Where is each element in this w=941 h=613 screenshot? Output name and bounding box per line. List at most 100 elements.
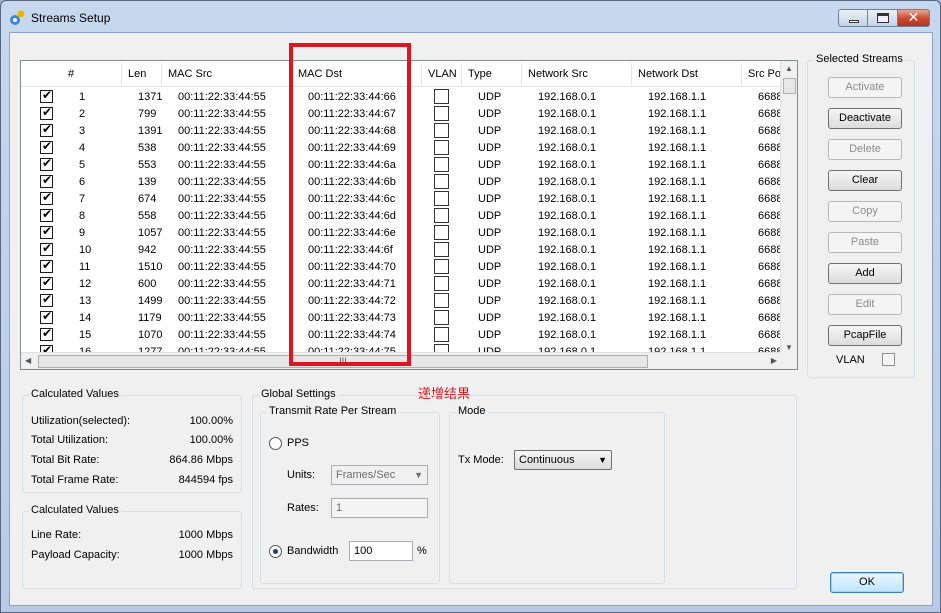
scroll-left-icon[interactable]: ◀	[25, 356, 31, 365]
row-enable-checkbox[interactable]	[40, 326, 53, 341]
bandwidth-input[interactable]: 100	[349, 541, 413, 561]
row-enable-checkbox[interactable]	[40, 309, 53, 324]
cell-len: 553	[138, 159, 157, 171]
row-vlan-checkbox[interactable]	[434, 259, 449, 274]
streams-grid[interactable]: # Len MAC Src MAC Dst VLAN Type Network …	[20, 60, 798, 370]
row-enable-checkbox[interactable]	[40, 258, 53, 273]
row-enable-checkbox[interactable]	[40, 122, 53, 137]
row-vlan-checkbox[interactable]	[434, 157, 449, 172]
row-enable-checkbox[interactable]	[40, 139, 53, 154]
row-vlan-checkbox[interactable]	[434, 310, 449, 325]
header-separator[interactable]	[631, 63, 632, 85]
vertical-scroll-thumb[interactable]	[783, 78, 796, 94]
scroll-down-icon[interactable]: ▼	[785, 343, 793, 352]
header-type[interactable]: Type	[468, 68, 492, 80]
title-bar[interactable]: Streams Setup ✕	[1, 1, 940, 33]
delete-button[interactable]: Delete	[828, 139, 902, 160]
header-vlan[interactable]: VLAN	[428, 68, 457, 80]
table-row[interactable]: 6 139 00:11:22:33:44:55 00:11:22:33:44:6b UD…	[21, 173, 782, 191]
header-separator[interactable]	[461, 63, 462, 85]
header-len[interactable]: Len	[128, 68, 146, 80]
row-vlan-checkbox[interactable]	[434, 191, 449, 206]
table-row[interactable]: 5 553 00:11:22:33:44:55 00:11:22:33:44:6a UD…	[21, 156, 782, 174]
header-num[interactable]: #	[68, 68, 74, 80]
pps-radio[interactable]	[269, 437, 282, 450]
rates-input[interactable]: 1	[331, 498, 428, 518]
row-enable-checkbox[interactable]	[40, 292, 53, 307]
scroll-right-icon[interactable]: ▶	[771, 356, 777, 365]
table-row[interactable]: 11 1510 00:11:22:33:44:55 00:11:22:33:44:70…	[21, 258, 782, 276]
table-row[interactable]: 2 799 00:11:22:33:44:55 00:11:22:33:44:67 UD…	[21, 105, 782, 123]
maximize-button[interactable]	[868, 9, 898, 27]
horizontal-scrollbar[interactable]: ◀ III ▶	[21, 352, 781, 369]
header-separator[interactable]	[121, 63, 122, 85]
cell-src-port: 6688	[758, 278, 783, 290]
header-src-port[interactable]: Src Po	[748, 68, 781, 80]
units-select[interactable]: Frames/Sec ▼	[331, 465, 428, 485]
row-enable-checkbox[interactable]	[40, 224, 53, 239]
row-vlan-checkbox[interactable]	[434, 106, 449, 121]
table-row[interactable]: 8 558 00:11:22:33:44:55 00:11:22:33:44:6d UD…	[21, 207, 782, 225]
header-separator[interactable]	[161, 63, 162, 85]
pcapfile-button[interactable]: PcapFile	[828, 325, 902, 346]
header-separator[interactable]	[291, 63, 292, 85]
bandwidth-radio[interactable]	[269, 545, 282, 558]
add-button[interactable]: Add	[828, 263, 902, 284]
ok-button[interactable]: OK	[830, 572, 904, 593]
table-row[interactable]: 9 1057 00:11:22:33:44:55 00:11:22:33:44:6e U…	[21, 224, 782, 242]
table-row[interactable]: 10 942 00:11:22:33:44:55 00:11:22:33:44:6f U…	[21, 241, 782, 259]
row-enable-checkbox[interactable]	[40, 88, 53, 103]
row-vlan-checkbox[interactable]	[434, 327, 449, 342]
cell-type: UDP	[478, 278, 502, 290]
row-vlan-checkbox[interactable]	[434, 89, 449, 104]
paste-button[interactable]: Paste	[828, 232, 902, 253]
row-enable-checkbox[interactable]	[40, 275, 53, 290]
table-row[interactable]: 14 1179 00:11:22:33:44:55 00:11:22:33:44:73…	[21, 309, 782, 327]
vertical-scrollbar[interactable]: ▲ ▼	[780, 61, 797, 354]
table-row[interactable]: 12 600 00:11:22:33:44:55 00:11:22:33:44:71 U…	[21, 275, 783, 293]
close-button[interactable]: ✕	[898, 9, 930, 27]
deactivate-button[interactable]: Deactivate	[828, 108, 902, 129]
header-separator[interactable]	[521, 63, 522, 85]
scroll-up-icon[interactable]: ▲	[785, 64, 793, 73]
row-enable-checkbox[interactable]	[40, 207, 53, 222]
table-row[interactable]: 3 1391 00:11:22:33:44:55 00:11:22:33:44:68 U…	[21, 122, 782, 140]
header-mac-src[interactable]: MAC Src	[168, 68, 212, 80]
cell-net-src: 192.168.0.1	[538, 261, 597, 273]
row-enable-checkbox[interactable]	[40, 173, 53, 188]
table-row[interactable]: 13 1499 00:11:22:33:44:55 00:11:22:33:44:72…	[21, 292, 782, 310]
selected-streams-panel: Selected Streams Activate Deactivate Delet…	[807, 53, 915, 378]
row-vlan-checkbox[interactable]	[434, 225, 449, 240]
row-vlan-checkbox[interactable]	[434, 123, 449, 138]
header-network-dst[interactable]: Network Dst	[638, 68, 698, 80]
selected-streams-title: Selected Streams	[814, 53, 905, 65]
clear-button[interactable]: Clear	[828, 170, 902, 191]
header-network-src[interactable]: Network Src	[528, 68, 588, 80]
row-vlan-checkbox[interactable]	[434, 174, 449, 189]
row-vlan-checkbox[interactable]	[434, 242, 449, 257]
activate-button[interactable]: Activate	[828, 77, 902, 98]
horizontal-scroll-thumb[interactable]: III	[38, 355, 648, 368]
cell-mac-dst: 00:11:22:33:44:73	[308, 312, 396, 324]
header-mac-dst[interactable]: MAC Dst	[298, 68, 342, 80]
row-enable-checkbox[interactable]	[40, 105, 53, 120]
row-enable-checkbox[interactable]	[40, 156, 53, 171]
table-row[interactable]: 4 538 00:11:22:33:44:55 00:11:22:33:44:69 UD…	[21, 139, 782, 157]
edit-button[interactable]: Edit	[828, 294, 902, 315]
header-separator[interactable]	[421, 63, 422, 85]
row-vlan-checkbox[interactable]	[434, 208, 449, 223]
vlan-checkbox[interactable]	[882, 353, 895, 366]
cell-mac-dst: 00:11:22:33:44:74	[308, 329, 396, 341]
table-row[interactable]: 1 1371 00:11:22:33:44:55 00:11:22:33:44:66 U…	[21, 88, 782, 106]
table-row[interactable]: 15 1070 00:11:22:33:44:55 00:11:22:33:44:74…	[21, 326, 782, 344]
tx-mode-select[interactable]: Continuous ▼	[514, 450, 612, 470]
row-vlan-checkbox[interactable]	[434, 293, 449, 308]
row-enable-checkbox[interactable]	[40, 190, 53, 205]
header-separator[interactable]	[741, 63, 742, 85]
row-enable-checkbox[interactable]	[40, 241, 53, 256]
copy-button[interactable]: Copy	[828, 201, 902, 222]
table-row[interactable]: 7 674 00:11:22:33:44:55 00:11:22:33:44:6c UD…	[21, 190, 782, 208]
minimize-button[interactable]	[838, 9, 868, 27]
row-vlan-checkbox[interactable]	[434, 276, 449, 291]
row-vlan-checkbox[interactable]	[434, 140, 449, 155]
